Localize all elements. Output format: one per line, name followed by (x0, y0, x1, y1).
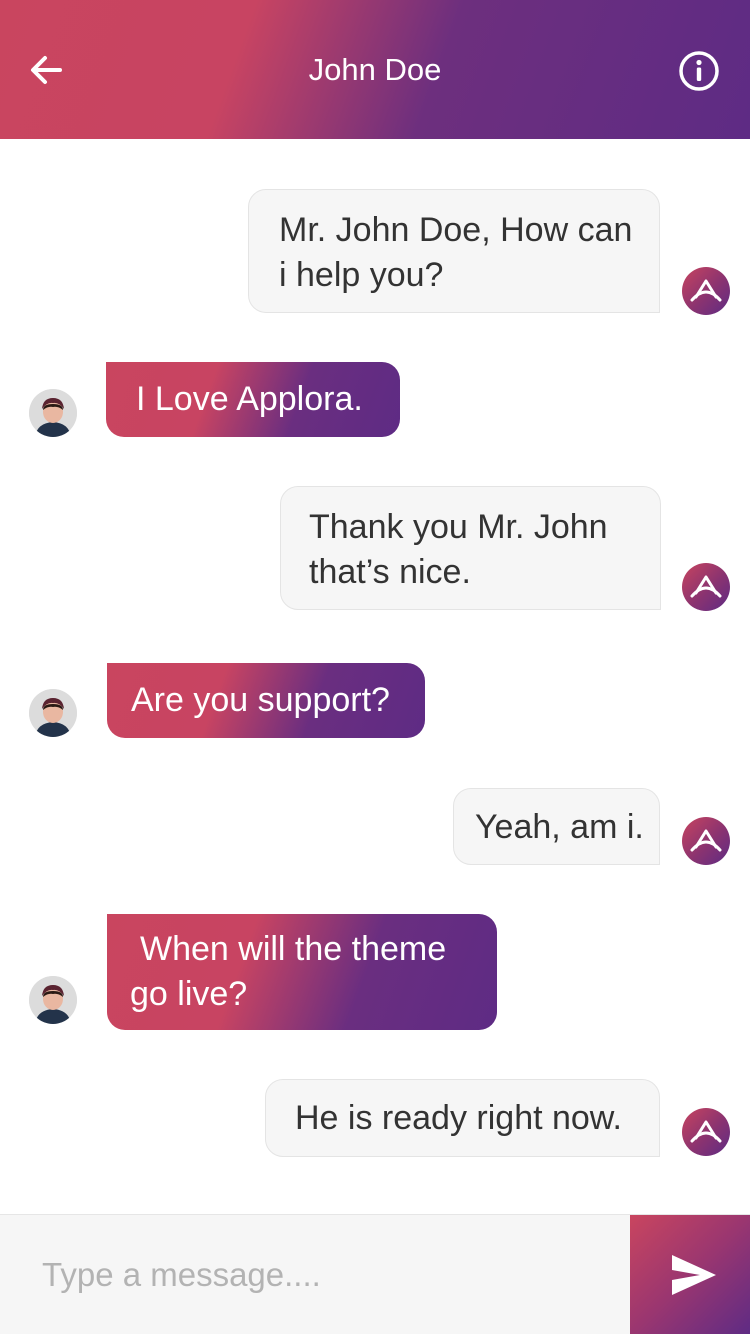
message-text-line: He is ready right now. (295, 1099, 622, 1137)
agent-avatar (682, 1108, 730, 1156)
user-message: When will the theme go live? (107, 914, 497, 1030)
user-avatar (29, 976, 77, 1024)
message-text-line: go live? (130, 975, 248, 1013)
contact-name: John Doe (308, 52, 442, 87)
message-text-line: i help you? (279, 256, 444, 294)
message-text-line: that’s nice. (309, 553, 471, 591)
user-message: Are you support? (107, 663, 425, 738)
message-text-line: I Love Applora. (136, 380, 363, 418)
message-text-line: Yeah, am i. (475, 808, 644, 846)
message-input[interactable] (0, 1215, 630, 1334)
agent-message: Yeah, am i. (453, 788, 660, 865)
agent-avatar (682, 267, 730, 315)
user-message: I Love Applora. (106, 362, 400, 437)
user-avatar (29, 689, 77, 737)
message-text-line: Are you support? (131, 681, 390, 719)
applora-logo-icon (690, 279, 722, 302)
user-photo (29, 389, 77, 437)
applora-logo-icon (690, 829, 722, 852)
agent-avatar (682, 817, 730, 865)
info-button[interactable] (678, 50, 720, 92)
chat-screen: John Doe Mr. John Doe, How can i help yo… (0, 0, 750, 1334)
agent-message: Mr. John Doe, How can i help you? (248, 189, 660, 313)
applora-logo-icon (690, 575, 722, 598)
agent-message: He is ready right now. (265, 1079, 660, 1157)
message-text-line: Thank you Mr. John (309, 508, 608, 546)
chat-header: John Doe (0, 0, 750, 139)
agent-avatar (682, 563, 730, 611)
message-text-line: Mr. John Doe, How can (279, 211, 633, 249)
send-icon (672, 1255, 716, 1295)
user-avatar (29, 389, 77, 437)
applora-logo-icon (690, 1120, 722, 1143)
user-photo (29, 976, 77, 1024)
message-composer (0, 1214, 750, 1334)
send-button[interactable] (630, 1215, 750, 1334)
message-text-line: When will the theme (140, 930, 447, 968)
info-circle-icon (679, 51, 719, 91)
user-photo (29, 689, 77, 737)
agent-message: Thank you Mr. John that’s nice. (280, 486, 661, 610)
